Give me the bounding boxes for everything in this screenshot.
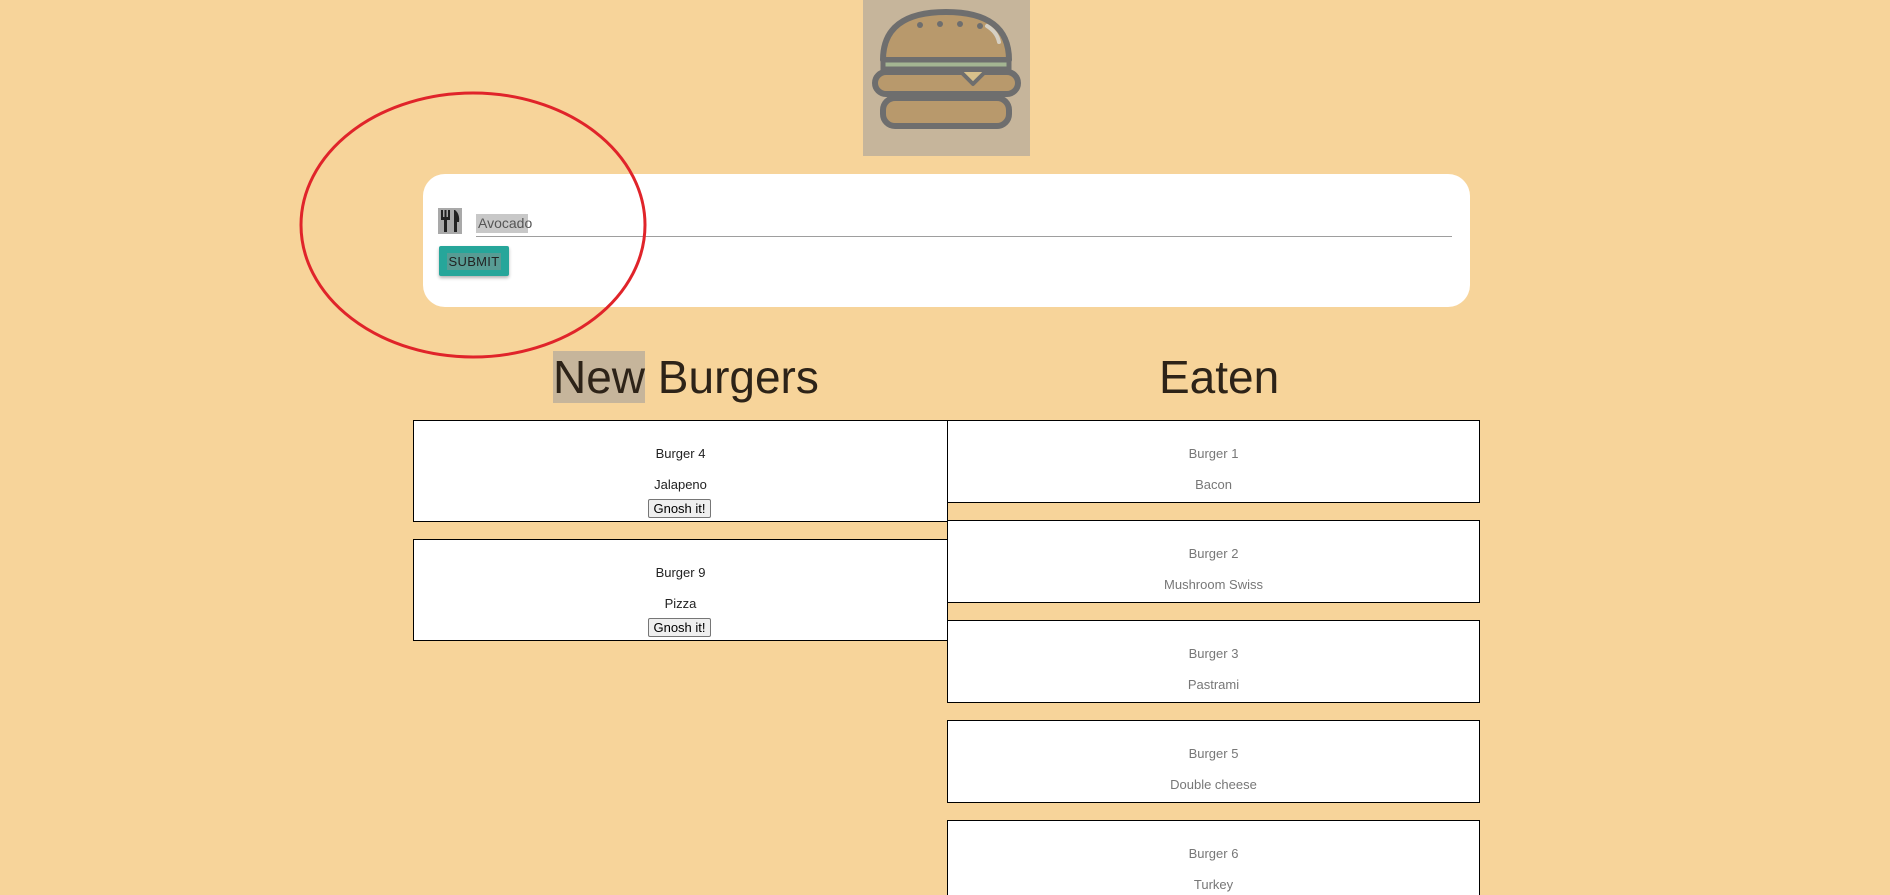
eaten-burger-card: Burger 6 Turkey <box>947 820 1480 895</box>
burger-name: Burger 1 <box>1188 446 1239 461</box>
burger-name: Burger 5 <box>1188 746 1239 761</box>
burger-description: Double cheese <box>1170 777 1257 792</box>
burger-description: Turkey <box>1193 877 1234 892</box>
burger-name: Burger 2 <box>1188 546 1239 561</box>
burger-description: Pizza <box>664 596 697 611</box>
burger-description: Pastrami <box>1187 677 1240 692</box>
new-burgers-title: New Burgers <box>553 350 819 404</box>
burger-name: Burger 4 <box>655 446 706 461</box>
burger-name: Burger 9 <box>655 565 706 580</box>
eaten-burger-card: Burger 3 Pastrami <box>947 620 1480 703</box>
gnosh-it-button[interactable]: Gnosh it! <box>648 499 711 518</box>
page: Avocado SUBMIT New Burgers Eaten Burger … <box>0 0 1890 895</box>
new-burger-card: Burger 9 Pizza Gnosh it! <box>413 539 948 641</box>
burger-name: Burger 3 <box>1188 646 1239 661</box>
burger-logo <box>863 0 1030 156</box>
gnosh-it-button[interactable]: Gnosh it! <box>648 618 711 637</box>
burger-icon <box>872 9 1021 129</box>
add-burger-form: Avocado SUBMIT <box>423 174 1470 307</box>
burger-description: Mushroom Swiss <box>1164 577 1263 592</box>
burger-description: Bacon <box>1195 477 1232 492</box>
burger-name-value: Avocado <box>478 215 533 231</box>
submit-button[interactable]: SUBMIT <box>439 246 509 276</box>
utensils-icon <box>438 208 462 234</box>
new-burgers-title-rest: Burgers <box>645 351 819 403</box>
burger-name: Burger 6 <box>1188 846 1239 861</box>
eaten-title: Eaten <box>1159 351 1280 403</box>
eaten-burger-card: Burger 5 Double cheese <box>947 720 1480 803</box>
new-burgers-title-first: New <box>553 351 646 403</box>
new-burger-card: Burger 4 Jalapeno Gnosh it! <box>413 420 948 522</box>
burger-description: Jalapeno <box>654 477 707 492</box>
eaten-burger-card: Burger 2 Mushroom Swiss <box>947 520 1480 603</box>
submit-label: SUBMIT <box>446 252 502 270</box>
eaten-burger-card: Burger 1 Bacon <box>947 420 1480 503</box>
burger-name-input[interactable] <box>476 212 1452 237</box>
